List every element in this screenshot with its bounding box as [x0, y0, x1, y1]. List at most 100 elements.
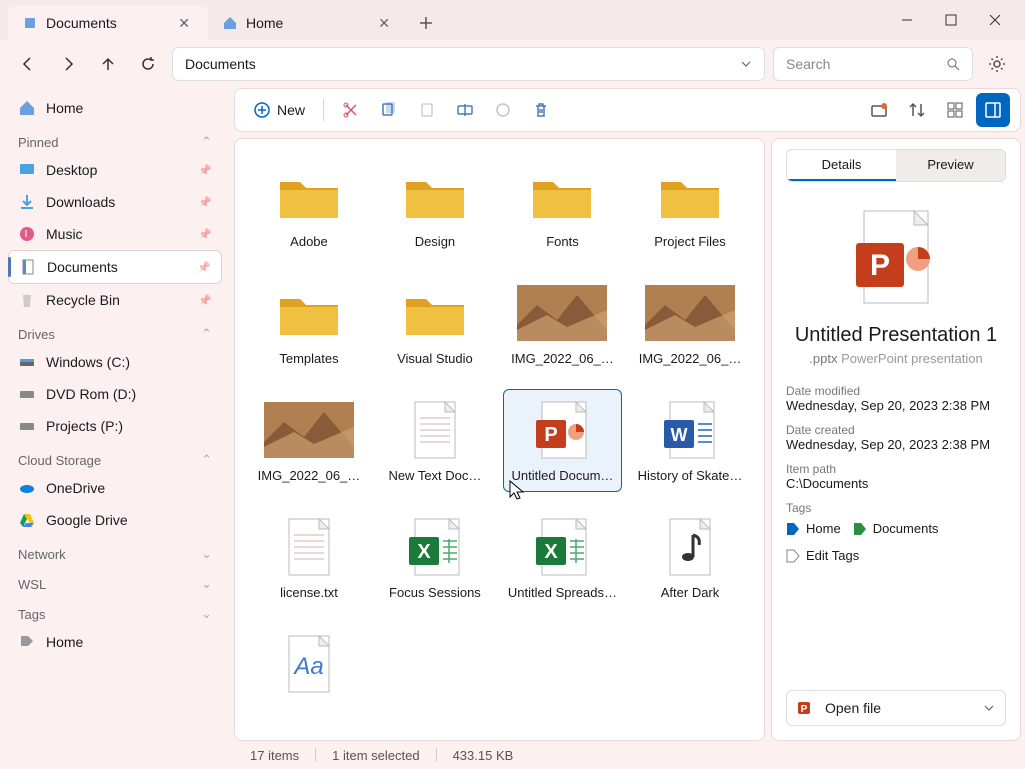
minimize-button[interactable] [885, 5, 929, 35]
chevron-down-icon[interactable] [740, 58, 752, 70]
date-modified-value: Wednesday, Sep 20, 2023 2:38 PM [786, 398, 1006, 413]
googledrive-icon [18, 511, 36, 529]
file-item[interactable]: WHistory of Skate… [632, 389, 748, 492]
pin-icon[interactable]: 📌 [198, 196, 212, 209]
sidebar-cloud-header[interactable]: Cloud Storage ⌃ [8, 442, 222, 472]
back-button[interactable] [12, 48, 44, 80]
file-item[interactable]: XUntitled Spreads… [503, 506, 622, 609]
sidebar-item-onedrive[interactable]: OneDrive [8, 472, 222, 504]
sidebar-item-recyclebin[interactable]: Recycle Bin 📌 [8, 284, 222, 316]
forward-button[interactable] [52, 48, 84, 80]
chevron-down-icon[interactable] [983, 702, 995, 714]
view-grid-button[interactable] [938, 93, 972, 127]
details-pane-toggle[interactable] [976, 93, 1010, 127]
main-area: Home Pinned ⌃ Desktop 📌 Downloads 📌 Musi… [0, 88, 1025, 769]
sidebar-item-googledrive[interactable]: Google Drive [8, 504, 222, 536]
maximize-button[interactable] [929, 5, 973, 35]
rename-button[interactable] [448, 95, 482, 125]
details-tabs: Details Preview [786, 149, 1006, 182]
file-item[interactable]: After Dark [632, 506, 748, 609]
sidebar-item-downloads[interactable]: Downloads 📌 [8, 186, 222, 218]
trash-icon [532, 101, 550, 119]
file-name: IMG_2022_06_… [258, 468, 361, 483]
folder-options-icon[interactable] [862, 93, 896, 127]
sidebar-tags-header[interactable]: Tags ⌄ [8, 596, 222, 626]
sidebar-tag-home[interactable]: Home [8, 626, 222, 658]
file-item[interactable]: New Text Doc… [377, 389, 493, 492]
file-item[interactable]: license.txt [251, 506, 367, 609]
sidebar-item-music[interactable]: Music 📌 [8, 218, 222, 250]
desktop-icon [18, 161, 36, 179]
details-tab-preview[interactable]: Preview [896, 150, 1005, 181]
file-item[interactable]: Adobe [251, 155, 367, 258]
address-bar[interactable]: Documents [172, 47, 765, 81]
file-folder-icon [390, 281, 480, 345]
share-button[interactable] [486, 95, 520, 125]
sidebar-wsl-header[interactable]: WSL ⌄ [8, 566, 222, 596]
sort-button[interactable] [900, 93, 934, 127]
tab-close-icon[interactable]: ✕ [374, 13, 394, 34]
edit-tags-button[interactable]: Edit Tags [786, 548, 859, 563]
up-button[interactable] [92, 48, 124, 80]
cut-button[interactable] [334, 95, 368, 125]
tab-close-icon[interactable]: ✕ [174, 13, 194, 34]
details-tab-details[interactable]: Details [787, 150, 896, 181]
sidebar-network-header[interactable]: Network ⌄ [8, 536, 222, 566]
sidebar-item-drive-d[interactable]: DVD Rom (D:) [8, 378, 222, 410]
chevron-up-icon[interactable]: ⌃ [201, 326, 212, 342]
home-tab-icon [222, 15, 238, 31]
refresh-button[interactable] [132, 48, 164, 80]
file-item[interactable]: Fonts [503, 155, 622, 258]
sidebar-drives-header[interactable]: Drives ⌃ [8, 316, 222, 346]
tab-documents[interactable]: Documents ✕ [8, 6, 208, 40]
chevron-up-icon[interactable]: ⌃ [201, 134, 212, 150]
sidebar-pinned-header[interactable]: Pinned ⌃ [8, 124, 222, 154]
file-item[interactable]: Visual Studio [377, 272, 493, 375]
search-input[interactable]: Search [773, 47, 973, 81]
sidebar-item-drive-p[interactable]: Projects (P:) [8, 410, 222, 442]
sidebar-item-drive-c[interactable]: Windows (C:) [8, 346, 222, 378]
search-placeholder: Search [786, 56, 830, 72]
chevron-down-icon[interactable]: ⌄ [201, 546, 212, 562]
new-tab-button[interactable] [408, 6, 444, 40]
folder-tab-icon [22, 15, 38, 31]
pin-icon[interactable]: 📌 [198, 164, 212, 177]
item-path-label: Item path [786, 462, 1006, 476]
file-item[interactable]: Design [377, 155, 493, 258]
sidebar-home[interactable]: Home [8, 92, 222, 124]
file-item[interactable]: PUntitled Docum… [503, 389, 622, 492]
sidebar: Home Pinned ⌃ Desktop 📌 Downloads 📌 Musi… [0, 88, 230, 769]
file-item[interactable]: IMG_2022_06_… [632, 272, 748, 375]
dvd-icon [18, 385, 36, 403]
file-item[interactable]: IMG_2022_06_… [503, 272, 622, 375]
copy-button[interactable] [372, 95, 406, 125]
window-controls [885, 5, 1017, 35]
tag-home[interactable]: Home [786, 521, 841, 536]
file-name: IMG_2022_06_… [511, 351, 614, 366]
chevron-up-icon[interactable]: ⌃ [201, 452, 212, 468]
settings-button[interactable] [981, 48, 1013, 80]
new-button[interactable]: New [245, 95, 313, 125]
close-window-button[interactable] [973, 5, 1017, 35]
file-item[interactable]: Templates [251, 272, 367, 375]
tab-home[interactable]: Home ✕ [208, 6, 408, 40]
home-icon [18, 99, 36, 117]
file-item[interactable]: IMG_2022_06_… [251, 389, 367, 492]
file-item[interactable]: Aa [251, 623, 367, 711]
tag-documents[interactable]: Documents [853, 521, 939, 536]
open-file-button[interactable]: P Open file [786, 690, 1006, 726]
pin-icon[interactable]: 📌 [198, 228, 212, 241]
file-item[interactable]: XFocus Sessions [377, 506, 493, 609]
pin-icon[interactable]: 📌 [198, 294, 212, 307]
pin-icon[interactable]: 📌 [197, 261, 211, 274]
chevron-down-icon[interactable]: ⌄ [201, 606, 212, 622]
file-grid[interactable]: AdobeDesignFontsProject Files TemplatesVi… [234, 138, 765, 741]
file-item[interactable]: Project Files [632, 155, 748, 258]
delete-button[interactable] [524, 95, 558, 125]
sidebar-item-desktop[interactable]: Desktop 📌 [8, 154, 222, 186]
file-folder-icon [517, 164, 607, 228]
sidebar-item-documents[interactable]: Documents 📌 [8, 250, 222, 284]
file-font-icon: Aa [264, 632, 354, 696]
paste-button[interactable] [410, 95, 444, 125]
chevron-down-icon[interactable]: ⌄ [201, 576, 212, 592]
